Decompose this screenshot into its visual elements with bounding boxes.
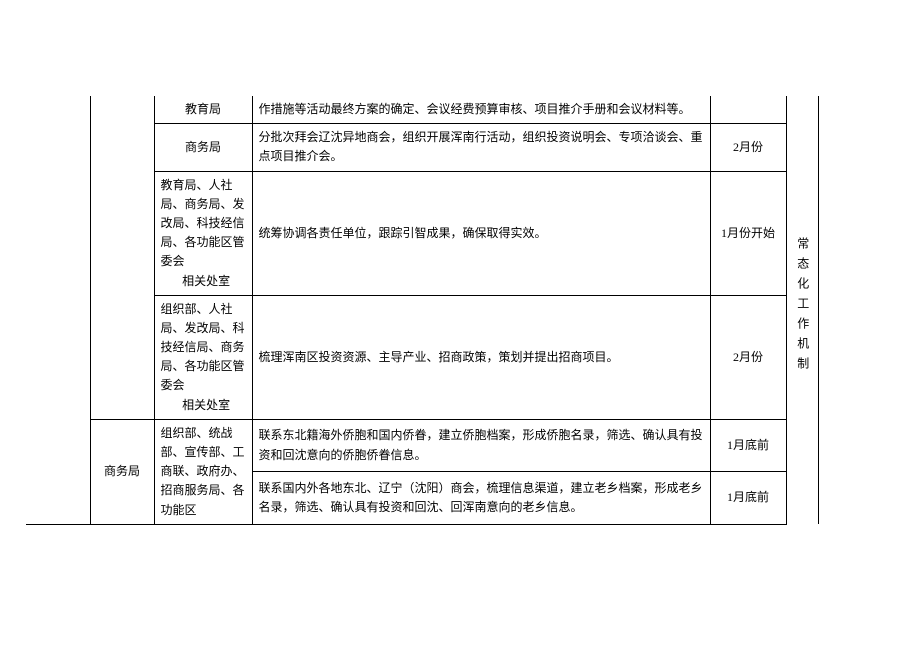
- cell-task: 作措施等活动最终方案的确定、会议经费预算审核、项目推介手册和会议材料等。: [252, 96, 710, 124]
- cell-dept-lead: 商务局: [90, 419, 154, 524]
- cell-dept: 商务局: [154, 124, 252, 171]
- cell-task: 联系东北籍海外侨胞和国内侨眷，建立侨胞档案，形成侨胞名录，筛选、确认具有投资和回…: [252, 419, 710, 471]
- cell-dept-sub: 相关处室: [161, 272, 246, 291]
- cell-dept: 组织部、人社局、发改局、科技经信局、商务局、各功能区管委会 相关处室: [154, 295, 252, 419]
- cell-empty-a: [26, 96, 90, 524]
- cell-dept: 教育局、人社局、商务局、发改局、科技经信局、各功能区管委会 相关处室: [154, 171, 252, 295]
- cell-task: 联系国内外各地东北、辽宁（沈阳）商会，梳理信息渠道，建立老乡档案，形成老乡名录，…: [252, 472, 710, 524]
- cell-time: 1月份开始: [710, 171, 786, 295]
- table-row: 商务局 组织部、统战部、宣传部、工商联、政府办、招商服务局、各功能区 联系东北籍…: [26, 419, 818, 471]
- cell-task: 分批次拜会辽沈异地商会，组织开展浑南行活动，组织投资说明会、专项洽谈会、重点项目…: [252, 124, 710, 171]
- cell-empty-b: [90, 96, 154, 419]
- side-text: 常态化工作机制: [793, 237, 812, 377]
- cell-time: [710, 96, 786, 124]
- main-table: 教育局 作措施等活动最终方案的确定、会议经费预算审核、项目推介手册和会议材料等。…: [26, 96, 819, 525]
- cell-time: 2月份: [710, 295, 786, 419]
- table-row: 教育局 作措施等活动最终方案的确定、会议经费预算审核、项目推介手册和会议材料等。…: [26, 96, 818, 124]
- cell-task: 梳理浑南区投资资源、主导产业、招商政策，策划并提出招商项目。: [252, 295, 710, 419]
- cell-time: 2月份: [710, 124, 786, 171]
- cell-dept-main: 组织部、统战部、宣传部、工商联、政府办、招商服务局、各功能区: [161, 426, 245, 517]
- cell-side: 常态化工作机制: [786, 96, 818, 524]
- cell-dept-sub: 相关处室: [161, 396, 246, 415]
- cell-dept-main: 组织部、人社局、发改局、科技经信局、商务局、各功能区管委会: [161, 302, 245, 393]
- cell-dept: 教育局: [154, 96, 252, 124]
- cell-time: 1月底前: [710, 472, 786, 524]
- cell-dept-main: 教育局、人社局、商务局、发改局、科技经信局、各功能区管委会: [161, 178, 245, 269]
- cell-dept: 组织部、统战部、宣传部、工商联、政府办、招商服务局、各功能区: [154, 419, 252, 524]
- cell-time: 1月底前: [710, 419, 786, 471]
- cell-task: 统筹协调各责任单位，跟踪引智成果，确保取得实效。: [252, 171, 710, 295]
- document-page: 教育局 作措施等活动最终方案的确定、会议经费预算审核、项目推介手册和会议材料等。…: [0, 0, 920, 651]
